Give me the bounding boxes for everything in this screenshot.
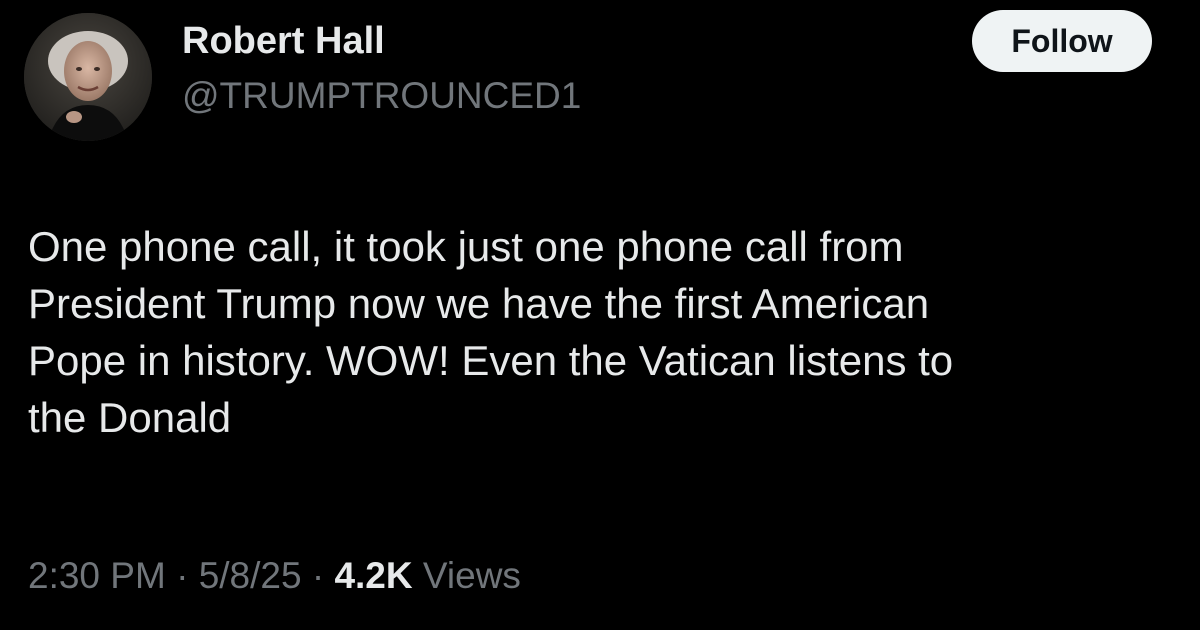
- follow-button[interactable]: Follow: [972, 10, 1152, 72]
- meta-separator: ·: [311, 555, 325, 596]
- tweet-meta: 2:30 PM · 5/8/25 · 4.2K Views: [28, 553, 521, 599]
- tweet-card: Robert Hall @TRUMPTROUNCED1 Follow One p…: [0, 0, 1200, 630]
- views-label: Views: [422, 555, 521, 596]
- author-handle[interactable]: @TRUMPTROUNCED1: [182, 73, 581, 119]
- author-name[interactable]: Robert Hall: [182, 18, 385, 64]
- profile-photo-icon: [24, 13, 152, 141]
- tweet-date[interactable]: 5/8/25: [199, 555, 302, 596]
- tweet-text: One phone call, it took just one phone c…: [28, 223, 954, 441]
- views-count[interactable]: 4.2K: [334, 555, 412, 596]
- tweet-time[interactable]: 2:30 PM: [28, 555, 166, 596]
- meta-separator: ·: [176, 555, 189, 596]
- author-avatar[interactable]: [24, 13, 152, 141]
